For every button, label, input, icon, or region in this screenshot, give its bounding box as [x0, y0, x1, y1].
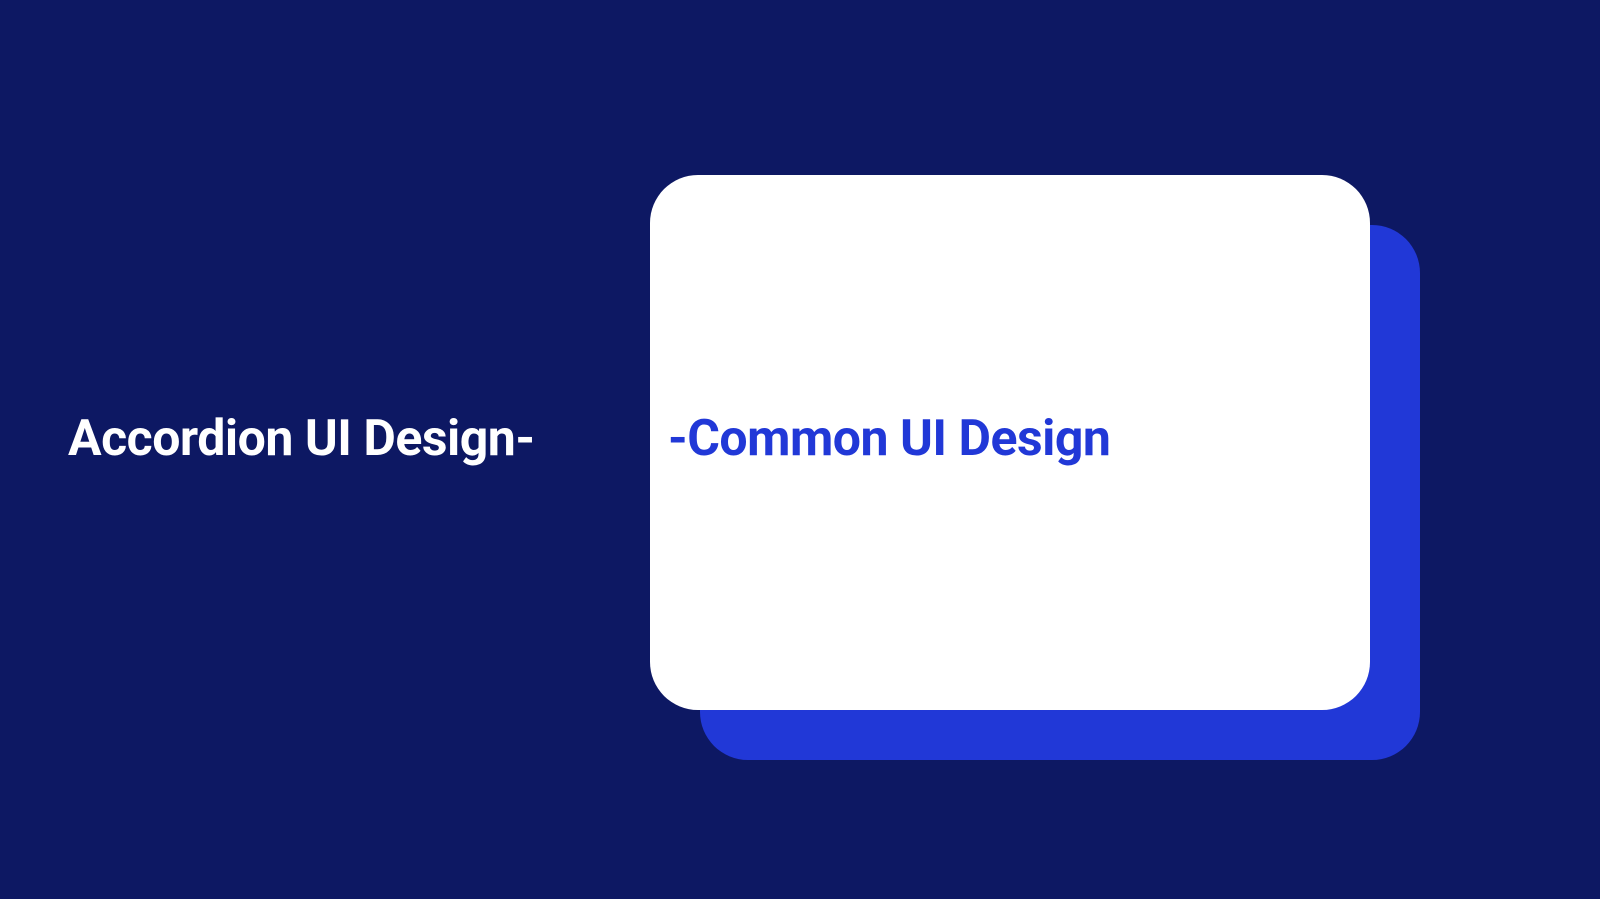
title-left-segment: Accordion UI Design-: [68, 410, 535, 468]
title-right-segment: -Common UI Design: [668, 410, 1110, 468]
